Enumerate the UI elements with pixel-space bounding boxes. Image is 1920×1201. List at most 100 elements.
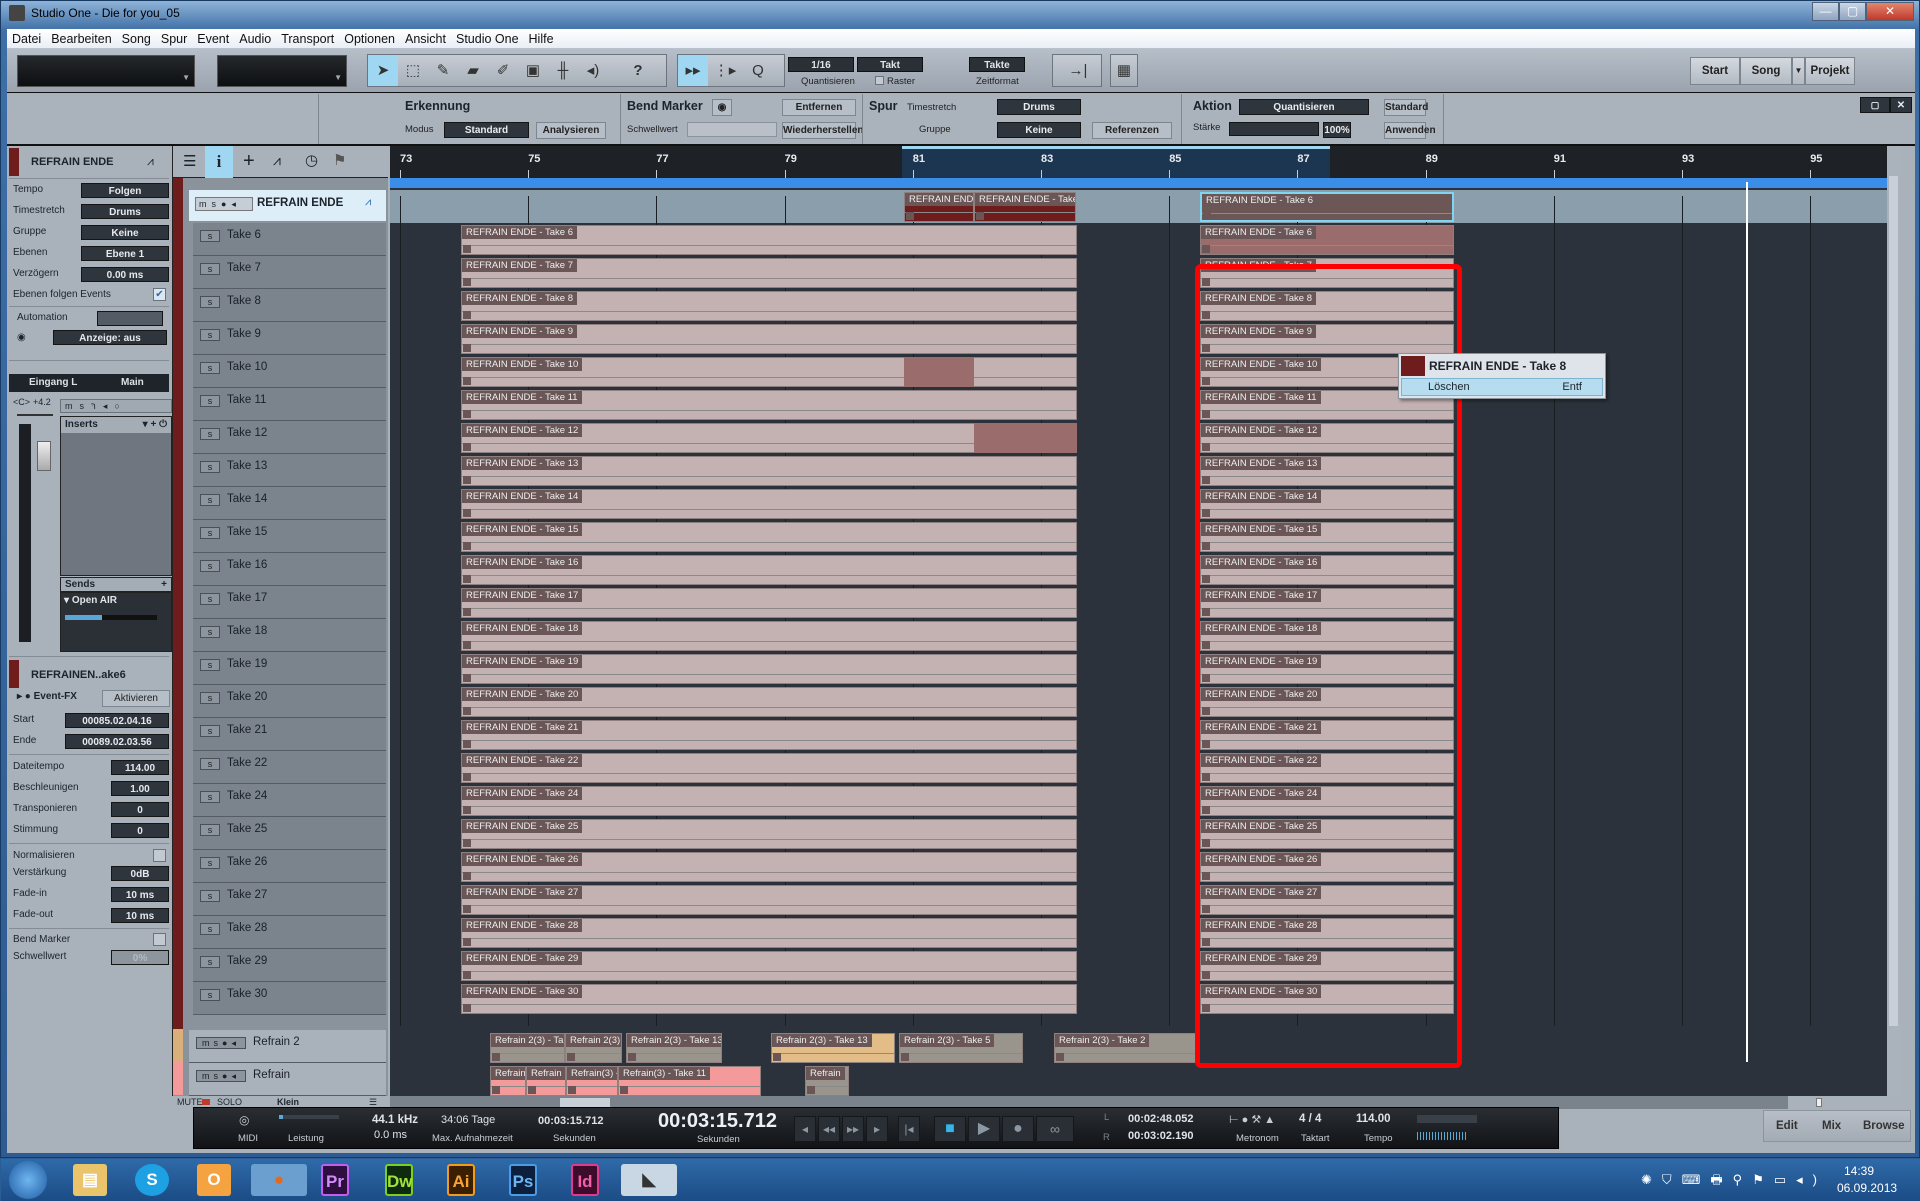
- taskbar-dreamweaver-icon[interactable]: Dw: [385, 1164, 413, 1196]
- taskbar-explorer-icon[interactable]: ▤: [73, 1164, 107, 1196]
- solo-button[interactable]: s: [200, 560, 220, 572]
- event-menu-icon[interactable]: [463, 773, 471, 781]
- solo-button[interactable]: s: [200, 395, 220, 407]
- eye-icon[interactable]: ◉: [17, 332, 26, 343]
- output-select[interactable]: Main: [121, 377, 144, 388]
- take-lane-header[interactable]: s Take 30: [193, 982, 386, 1015]
- event-menu-icon[interactable]: [463, 476, 471, 484]
- windows-start-button[interactable]: [9, 1161, 47, 1199]
- comp-region[interactable]: [904, 357, 974, 387]
- menu-transport[interactable]: Transport: [276, 29, 339, 46]
- timeformat-value[interactable]: Takte: [969, 57, 1025, 72]
- solo-button[interactable]: s: [200, 626, 220, 638]
- comp-region[interactable]: [974, 423, 1077, 453]
- menu-song[interactable]: Song: [117, 29, 156, 46]
- edit-view-button[interactable]: Edit: [1776, 1120, 1798, 1132]
- snap-checkbox[interactable]: [875, 76, 884, 85]
- clock-date[interactable]: 06.09.2013: [1837, 1181, 1897, 1195]
- gain-value[interactable]: 0dB: [111, 866, 169, 881]
- audio-event[interactable]: Refrain 2(3) - Take 5: [899, 1033, 1023, 1063]
- take-lane-header[interactable]: s Take 27: [193, 883, 386, 916]
- primary-time[interactable]: 00:03:15.712: [658, 1110, 777, 1133]
- audio-event[interactable]: Refrain 2(3) - Take 13: [626, 1033, 722, 1063]
- close-button[interactable]: ✕: [1866, 2, 1914, 21]
- references-button[interactable]: Referenzen: [1092, 122, 1172, 139]
- input-select[interactable]: Eingang L: [29, 377, 77, 388]
- audio-event[interactable]: Refrain 2(3) - Take 13: [771, 1033, 895, 1063]
- group-select[interactable]: Keine: [997, 122, 1081, 138]
- audio-event[interactable]: REFRAIN ENDE - Take 13: [461, 456, 1077, 486]
- event-menu-icon[interactable]: [463, 806, 471, 814]
- preset-dropdown-1[interactable]: ▼: [17, 55, 195, 87]
- audio-event[interactable]: Refrain(3) - Take 11: [618, 1066, 761, 1096]
- layers-select[interactable]: Ebene 1: [81, 246, 169, 261]
- bend-marker-visibility-icon[interactable]: ◉: [712, 99, 732, 116]
- event-menu-icon[interactable]: [463, 245, 471, 253]
- take-lane-header[interactable]: s Take 9: [193, 322, 386, 355]
- solo-button[interactable]: s: [200, 725, 220, 737]
- action-select[interactable]: Quantisieren: [1239, 99, 1369, 115]
- list-icon[interactable]: ☰: [183, 152, 196, 170]
- clock-time[interactable]: 14:39: [1844, 1164, 1874, 1178]
- arrow-tool-icon[interactable]: ➤: [368, 55, 398, 86]
- playhead[interactable]: [1746, 182, 1748, 1062]
- audio-event[interactable]: REFRAIN ENDE - Take 6: [1200, 192, 1454, 222]
- event-menu-icon[interactable]: [463, 311, 471, 319]
- bend-tool-icon[interactable]: ╫: [548, 55, 578, 86]
- listen-tool-icon[interactable]: ◂): [578, 55, 608, 86]
- event-menu-icon[interactable]: [463, 707, 471, 715]
- bendmarker-checkbox[interactable]: [153, 933, 166, 946]
- scroll-thumb[interactable]: [1889, 176, 1898, 1026]
- tempo-value[interactable]: 114.00: [1356, 1113, 1391, 1125]
- track-header-refrain[interactable]: ms●◂ Refrain: [189, 1063, 386, 1096]
- event-menu-icon[interactable]: [492, 1086, 500, 1094]
- event-menu-icon[interactable]: [463, 938, 471, 946]
- event-menu-icon[interactable]: [1202, 245, 1210, 253]
- fadein-value[interactable]: 10 ms: [111, 887, 169, 902]
- hscroll-thumb[interactable]: [560, 1098, 610, 1107]
- audio-event[interactable]: Refrain 2(3) - Take: [490, 1033, 565, 1063]
- solo-button[interactable]: s: [200, 758, 220, 770]
- detach-panel-icon[interactable]: ▢: [1860, 97, 1890, 113]
- automation-select[interactable]: [97, 311, 163, 326]
- audio-event[interactable]: REFRAIN ENDE: [904, 192, 974, 222]
- minimize-button[interactable]: —: [1812, 2, 1839, 21]
- taskbar-illustrator-icon[interactable]: Ai: [447, 1164, 475, 1196]
- take-lane-header[interactable]: s Take 17: [193, 586, 386, 619]
- solo-button[interactable]: s: [200, 824, 220, 836]
- menu-optionen[interactable]: Optionen: [339, 29, 400, 46]
- take-lane-header[interactable]: s Take 22: [193, 751, 386, 784]
- audio-event[interactable]: Refrain 2(3) - Take 2: [1054, 1033, 1197, 1063]
- send-slot[interactable]: ▾ Open AIR: [60, 592, 172, 652]
- solo-button[interactable]: s: [200, 989, 220, 1001]
- event-menu-icon[interactable]: [976, 212, 984, 220]
- take-lane-header[interactable]: s Take 19: [193, 652, 386, 685]
- event-menu-icon[interactable]: [567, 1053, 575, 1061]
- audio-event[interactable]: REFRAIN ENDE - Take 7: [461, 258, 1077, 288]
- forward-button[interactable]: ▸▸: [842, 1116, 864, 1142]
- solo-button[interactable]: s: [200, 230, 220, 242]
- take-lane-header[interactable]: s Take 6: [193, 223, 386, 256]
- start-value[interactable]: 00085.02.04.16: [65, 713, 169, 728]
- event-menu-icon[interactable]: [1056, 1053, 1064, 1061]
- tempo-icon[interactable]: ◷: [305, 151, 318, 169]
- event-menu-icon[interactable]: [463, 971, 471, 979]
- event-menu-icon[interactable]: [807, 1086, 815, 1094]
- track-msrm-buttons[interactable]: ms●◂: [196, 1070, 246, 1082]
- solo-button[interactable]: s: [200, 362, 220, 374]
- solo-button[interactable]: s: [200, 263, 220, 275]
- event-menu-icon[interactable]: [463, 410, 471, 418]
- solo-button[interactable]: s: [200, 956, 220, 968]
- end-value[interactable]: 00089.02.03.56: [65, 734, 169, 749]
- solo-button[interactable]: s: [200, 494, 220, 506]
- add-send-icon[interactable]: +: [161, 579, 167, 590]
- take-lane-header[interactable]: s Take 18: [193, 619, 386, 652]
- snap-events-icon[interactable]: ⋮▸: [710, 55, 740, 86]
- audio-event[interactable]: REFRAIN ENDE - Take 9: [461, 324, 1077, 354]
- menu-ansicht[interactable]: Ansicht: [400, 29, 451, 46]
- audio-event[interactable]: REFRAIN ENDE - Take 27: [461, 885, 1077, 915]
- quantize-icon[interactable]: Q: [743, 55, 773, 86]
- event-menu-icon[interactable]: [463, 344, 471, 352]
- take-lane-header[interactable]: s Take 15: [193, 520, 386, 553]
- song-dropdown-icon[interactable]: ▼: [1792, 57, 1805, 85]
